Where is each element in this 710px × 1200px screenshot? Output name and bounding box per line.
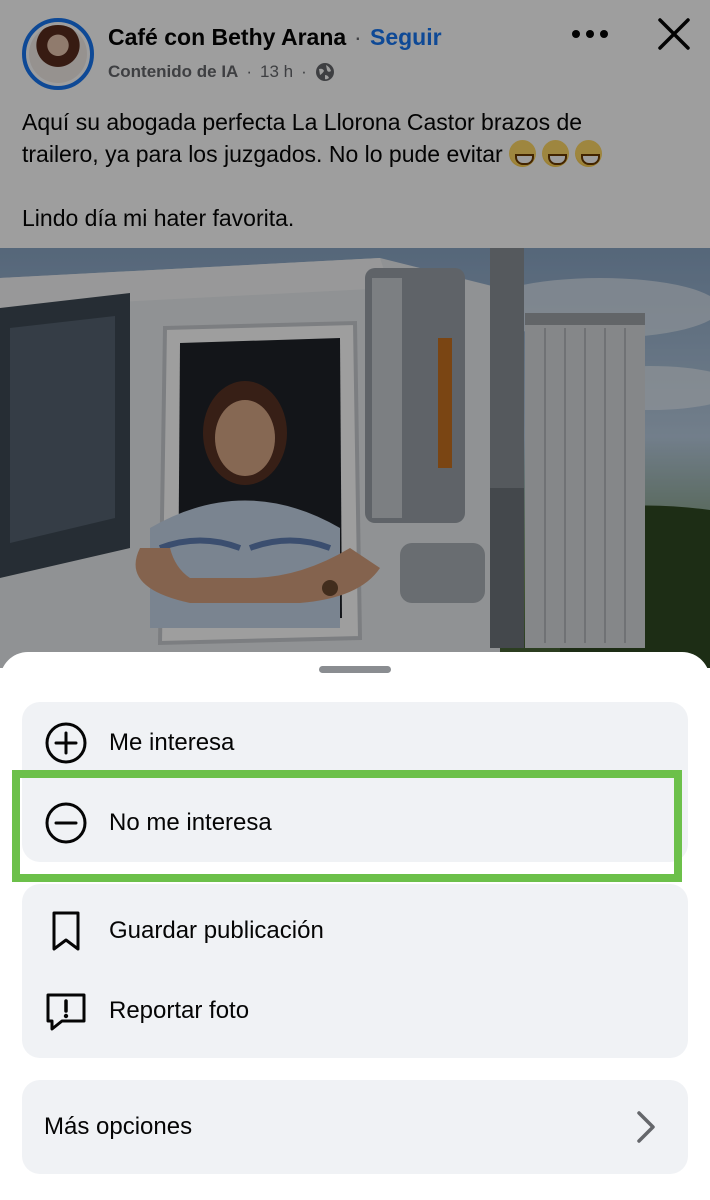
ai-content-label[interactable]: Contenido de IA bbox=[108, 62, 238, 82]
post-time[interactable]: 13 h bbox=[260, 62, 293, 82]
bookmark-icon bbox=[44, 909, 88, 953]
name-separator: · bbox=[354, 24, 362, 50]
globe-icon bbox=[315, 62, 335, 82]
avatar-image bbox=[29, 25, 87, 83]
post-photo[interactable] bbox=[0, 248, 710, 668]
more-horizontal-icon[interactable] bbox=[570, 20, 610, 48]
not-interested-option[interactable]: No me interesa bbox=[22, 784, 688, 862]
post-text-line: trailero, ya para los juzgados. No lo pu… bbox=[22, 138, 692, 170]
post-text-line: Aquí su abogada perfecta La Llorona Cast… bbox=[22, 109, 583, 135]
post-text: Aquí su abogada perfecta La Llorona Cast… bbox=[22, 106, 692, 234]
close-icon[interactable] bbox=[656, 16, 692, 52]
chevron-right-icon bbox=[634, 1109, 658, 1145]
not-interested-label: No me interesa bbox=[109, 809, 272, 836]
post-text-line: Lindo día mi hater favorita. bbox=[22, 205, 295, 231]
interested-option[interactable]: Me interesa bbox=[22, 704, 688, 782]
more-options-row[interactable]: Más opciones bbox=[22, 1088, 688, 1166]
profile-avatar[interactable] bbox=[22, 18, 94, 90]
follow-button[interactable]: Seguir bbox=[370, 24, 442, 51]
page-name[interactable]: Café con Bethy Arana bbox=[108, 24, 346, 51]
sheet-drag-handle[interactable] bbox=[319, 666, 391, 673]
grinning-emoji-icon bbox=[574, 140, 602, 167]
interested-label: Me interesa bbox=[109, 729, 235, 756]
meta-separator-2: · bbox=[301, 62, 307, 81]
report-photo-option[interactable]: Reportar foto bbox=[22, 972, 688, 1050]
more-options-label: Más opciones bbox=[44, 1113, 193, 1140]
save-post-label: Guardar publicación bbox=[109, 917, 324, 944]
meta-separator: · bbox=[246, 62, 252, 81]
report-photo-label: Reportar foto bbox=[109, 997, 250, 1024]
save-post-option[interactable]: Guardar publicación bbox=[22, 892, 688, 970]
report-icon bbox=[44, 989, 88, 1033]
options-bottom-sheet: Me interesa No me interesa Guardar publi… bbox=[0, 652, 710, 1200]
grinning-emoji-icon bbox=[541, 140, 569, 167]
post-header: Café con Bethy Arana · Seguir Contenido … bbox=[0, 0, 710, 100]
post-actions-group: Guardar publicación Reportar foto bbox=[22, 884, 688, 1058]
grinning-emoji-icon bbox=[508, 140, 536, 167]
interest-options-group: Me interesa No me interesa bbox=[22, 702, 688, 862]
minus-circle-icon bbox=[44, 801, 88, 845]
plus-circle-icon bbox=[44, 721, 88, 765]
more-options-group: Más opciones bbox=[22, 1080, 688, 1174]
post-meta: Contenido de IA · 13 h · bbox=[108, 62, 335, 82]
